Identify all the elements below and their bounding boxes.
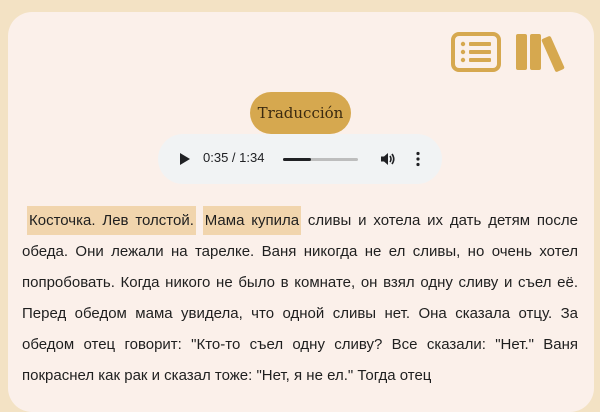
more-vert-icon[interactable] (416, 151, 420, 167)
story-body: сливы и хотела их дать детям после обеда… (22, 212, 578, 384)
audio-progress-bar[interactable] (283, 158, 358, 161)
translate-button[interactable]: Traducción (250, 92, 351, 134)
highlighted-phrase[interactable]: Мама купила (202, 206, 302, 235)
audio-progress-fill (283, 158, 311, 161)
audio-time: 0:35 / 1:34 (203, 150, 265, 165)
books-icon[interactable] (514, 32, 568, 72)
highlighted-sentence[interactable]: Косточка. Лев толстой. (27, 206, 196, 235)
audio-player[interactable]: 0:35 / 1:34 (158, 134, 442, 184)
volume-icon[interactable] (380, 151, 396, 167)
story-text: Косточка. Лев толстой. Мама купила сливы… (22, 205, 578, 391)
play-icon[interactable] (180, 153, 190, 165)
list-icon[interactable] (451, 32, 501, 72)
reader-card: Traducción 0:35 / 1:34 Косточка. Лев тол… (8, 12, 594, 412)
